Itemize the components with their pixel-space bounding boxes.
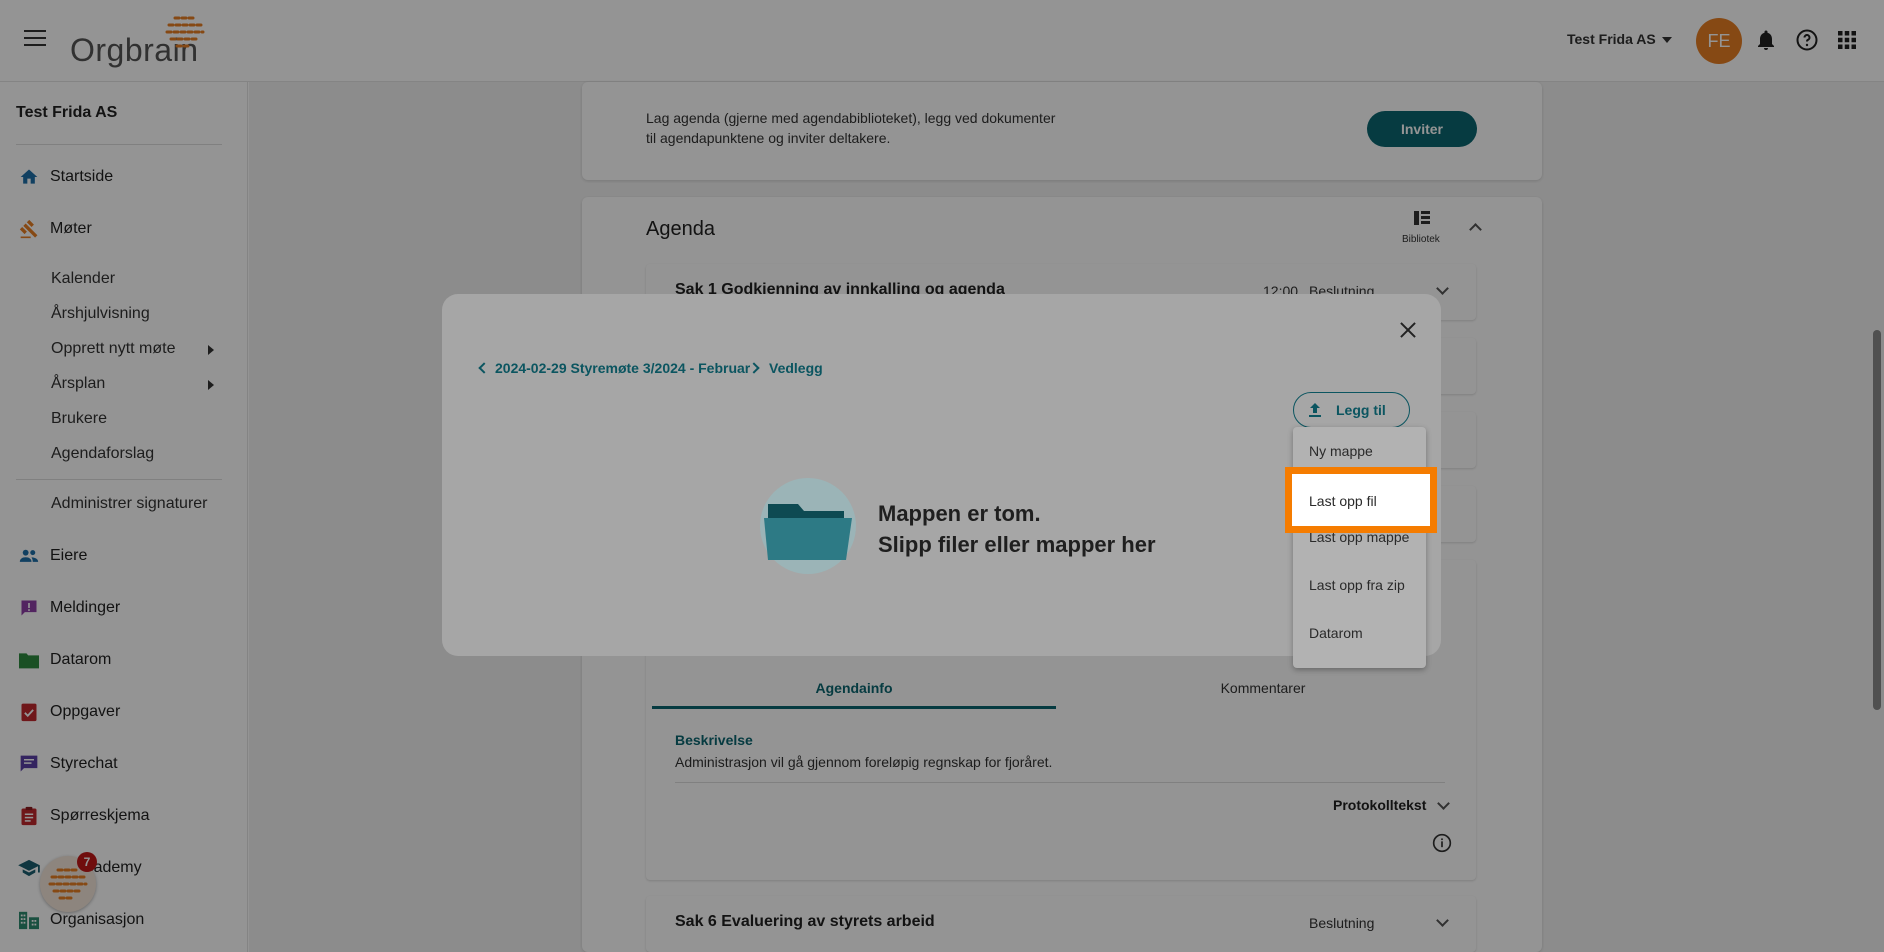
add-menu: Ny mappe Last opp mappe Last opp fra zip… — [1293, 427, 1426, 668]
menu-item-last-opp-fil[interactable]: Last opp fil — [1292, 474, 1430, 526]
menu-item-label: Last opp fil — [1309, 493, 1377, 509]
close-icon[interactable] — [1398, 320, 1418, 340]
empty-state-text: Mappen er tom. Slipp filer eller mapper … — [878, 498, 1156, 560]
menu-item-datarom[interactable]: Datarom — [1309, 625, 1363, 641]
empty-line-2: Slipp filer eller mapper her — [878, 532, 1156, 557]
breadcrumb-meeting[interactable]: 2024-02-29 Styremøte 3/2024 - Februar — [495, 360, 750, 376]
empty-line-1: Mappen er tom. — [878, 501, 1041, 526]
menu-item-ny-mappe[interactable]: Ny mappe — [1309, 443, 1373, 459]
chevron-left-icon[interactable] — [478, 362, 490, 374]
add-button[interactable]: Legg til — [1293, 392, 1410, 428]
add-button-label: Legg til — [1336, 402, 1386, 418]
breadcrumb-folder[interactable]: Vedlegg — [769, 360, 823, 376]
upload-icon — [1309, 403, 1321, 417]
empty-folder-icon — [760, 478, 856, 574]
menu-item-last-opp-fra-zip[interactable]: Last opp fra zip — [1309, 577, 1405, 593]
